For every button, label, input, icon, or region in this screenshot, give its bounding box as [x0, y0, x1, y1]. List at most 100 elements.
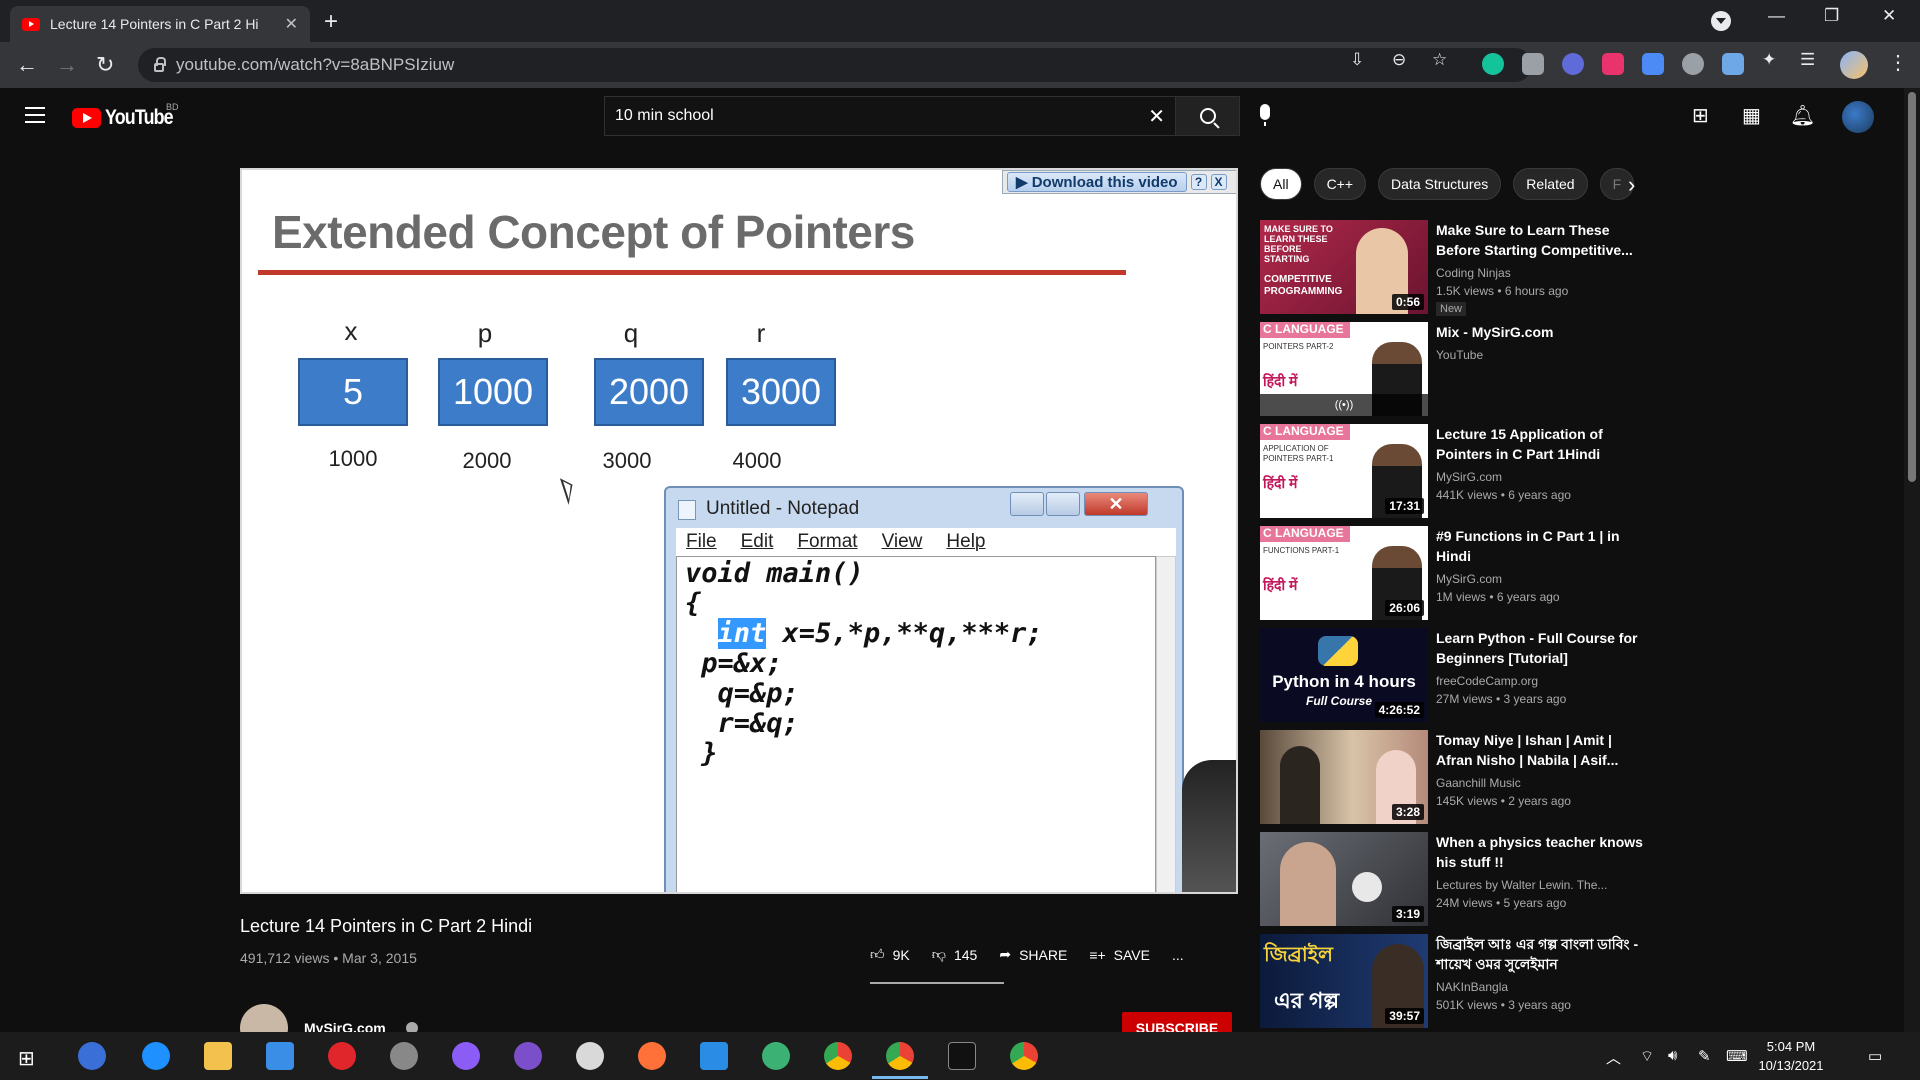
- reload-icon[interactable]: ↻: [96, 52, 114, 78]
- video-thumbnail[interactable]: C LANGUAGE POINTERS PART-2 हिंदी में ((•…: [1260, 322, 1428, 416]
- channel-name[interactable]: MySirG.com: [1436, 572, 1502, 586]
- recommendation-item[interactable]: C LANGUAGE APPLICATION OF POINTERS PART-…: [1260, 424, 1880, 518]
- download-close-button[interactable]: X: [1210, 174, 1227, 190]
- edge-legacy-icon[interactable]: [142, 1042, 170, 1070]
- video-title[interactable]: #9 Functions in C Part 1 | in Hindi: [1436, 526, 1646, 566]
- video-thumbnail[interactable]: 3:28: [1260, 730, 1428, 824]
- app-icon[interactable]: [576, 1042, 604, 1070]
- create-video-icon[interactable]: ⊞: [1692, 103, 1709, 128]
- taskbar-app-icon[interactable]: [78, 1042, 106, 1070]
- chip-related[interactable]: Related: [1513, 168, 1588, 200]
- notifications-bell-icon[interactable]: 🔔︎: [1790, 103, 1815, 128]
- video-title[interactable]: Learn Python - Full Course for Beginners…: [1436, 628, 1646, 668]
- close-window-icon[interactable]: ✕: [1882, 6, 1896, 26]
- chrome-menu-icon[interactable]: ⋮: [1888, 50, 1908, 75]
- mail-icon[interactable]: [266, 1042, 294, 1070]
- reading-list-icon[interactable]: ☰: [1800, 50, 1815, 70]
- recommendation-item[interactable]: C LANGUAGE FUNCTIONS PART-1 हिंदी में 26…: [1260, 526, 1880, 620]
- taskbar-clock[interactable]: 5:04 PM 10/13/2021: [1746, 1037, 1836, 1075]
- video-title[interactable]: When a physics teacher knows his stuff !…: [1436, 832, 1646, 872]
- zoom-icon[interactable]: ⊖: [1392, 50, 1406, 70]
- extension-icon[interactable]: [1562, 53, 1584, 75]
- puzzle-extensions-icon[interactable]: ✦: [1762, 50, 1776, 70]
- notification-center-icon[interactable]: ▭: [1868, 1047, 1882, 1065]
- keyboard-icon[interactable]: ⌨: [1726, 1047, 1748, 1065]
- recommendation-item[interactable]: 3:19 When a physics teacher knows his st…: [1260, 832, 1880, 926]
- chip-all[interactable]: All: [1260, 168, 1302, 200]
- chips-next-icon[interactable]: ›: [1628, 172, 1635, 198]
- camera-extension-icon[interactable]: [1522, 53, 1544, 75]
- apps-grid-icon[interactable]: ▦: [1742, 103, 1761, 128]
- recommendation-item[interactable]: 3:28 Tomay Niye | Ishan | Amit | Afran N…: [1260, 730, 1880, 824]
- download-extension-icon[interactable]: [1642, 53, 1664, 75]
- github-desktop-icon[interactable]: [514, 1042, 542, 1070]
- pen-icon[interactable]: ✎: [1698, 1047, 1711, 1065]
- channel-name[interactable]: NAKInBangla: [1436, 980, 1508, 994]
- video-thumbnail[interactable]: 3:19: [1260, 832, 1428, 926]
- video-title[interactable]: Make Sure to Learn These Before Starting…: [1436, 220, 1646, 260]
- chip-cpp[interactable]: C++: [1313, 168, 1367, 200]
- vscode-icon[interactable]: [700, 1042, 728, 1070]
- opera-icon[interactable]: [328, 1042, 356, 1070]
- recommendation-item[interactable]: MAKE SURE TO LEARN THESE BEFORE STARTING…: [1260, 220, 1880, 316]
- channel-name[interactable]: MySirG.com: [1436, 470, 1502, 484]
- microphone-icon[interactable]: [1260, 104, 1270, 126]
- file-explorer-icon[interactable]: [204, 1042, 232, 1070]
- channel-name[interactable]: YouTube: [1436, 348, 1483, 362]
- maximize-icon[interactable]: ❐: [1824, 6, 1839, 26]
- pen-extension-icon[interactable]: [1722, 53, 1744, 75]
- forward-icon[interactable]: →: [56, 52, 78, 78]
- video-thumbnail[interactable]: Python in 4 hours Full Course 4:26:52: [1260, 628, 1428, 722]
- clear-search-icon[interactable]: ✕: [1148, 104, 1165, 129]
- inkscape-icon[interactable]: [390, 1042, 418, 1070]
- chrome-icon[interactable]: [824, 1042, 852, 1070]
- dislike-button[interactable]: 👎︎ 145: [932, 946, 978, 963]
- chrome-active-icon[interactable]: [886, 1042, 914, 1070]
- channel-name[interactable]: Gaanchill Music: [1436, 776, 1521, 790]
- recommendation-item[interactable]: C LANGUAGE POINTERS PART-2 हिंदी में ((•…: [1260, 322, 1880, 416]
- video-player[interactable]: Extended Concept of Pointers x p q r 5 1…: [240, 168, 1238, 894]
- scrollbar-thumb[interactable]: [1908, 92, 1916, 482]
- volume-icon[interactable]: 🔊︎: [1668, 1047, 1677, 1064]
- video-title[interactable]: Mix - MySirG.com: [1436, 322, 1646, 342]
- minimize-icon[interactable]: —: [1768, 6, 1785, 26]
- bookmark-star-icon[interactable]: ☆: [1432, 50, 1447, 70]
- save-button[interactable]: ≡+ SAVE: [1089, 947, 1150, 963]
- new-tab-icon[interactable]: +: [324, 8, 338, 36]
- more-actions-button[interactable]: ...: [1172, 947, 1184, 963]
- windows-start-icon[interactable]: ⊞: [18, 1046, 35, 1071]
- channel-name[interactable]: freeCodeCamp.org: [1436, 674, 1538, 688]
- tray-expand-icon[interactable]: ︿: [1606, 1047, 1621, 1068]
- edge-icon[interactable]: [762, 1042, 790, 1070]
- video-title[interactable]: Tomay Niye | Ishan | Amit | Afran Nisho …: [1436, 730, 1646, 770]
- sync-extension-icon[interactable]: [1682, 53, 1704, 75]
- tab-search-icon[interactable]: [1711, 11, 1731, 31]
- video-title[interactable]: জিব্রাইল আঃ এর গল্প বাংলা ডাবিং - শায়েখ…: [1436, 934, 1646, 974]
- wifi-icon[interactable]: ⌔: [1640, 1047, 1654, 1066]
- video-thumbnail[interactable]: C LANGUAGE FUNCTIONS PART-1 हिंदी में 26…: [1260, 526, 1428, 620]
- search-button[interactable]: [1176, 96, 1240, 136]
- video-thumbnail[interactable]: জিব্রাইল এর গল্প 39:57: [1260, 934, 1428, 1028]
- firefox-icon[interactable]: [638, 1042, 666, 1070]
- video-thumbnail[interactable]: MAKE SURE TO LEARN THESE BEFORE STARTING…: [1260, 220, 1428, 314]
- menu-icon[interactable]: [25, 107, 45, 123]
- share-button[interactable]: ➦ SHARE: [999, 946, 1067, 963]
- download-help-button[interactable]: ?: [1190, 174, 1207, 190]
- chip-data-structures[interactable]: Data Structures: [1378, 168, 1502, 200]
- browser-tab-active[interactable]: Lecture 14 Pointers in C Part 2 Hi ✕: [10, 6, 310, 42]
- recommendation-item[interactable]: জিব্রাইল এর গল্প 39:57 জিব্রাইল আঃ এর গল…: [1260, 934, 1880, 1028]
- messenger-icon[interactable]: [452, 1042, 480, 1070]
- search-input[interactable]: [615, 107, 1149, 125]
- video-title[interactable]: Lecture 15 Application of Pointers in C …: [1436, 424, 1646, 464]
- channel-name[interactable]: Coding Ninjas: [1436, 266, 1511, 280]
- chrome-profile-avatar[interactable]: [1840, 51, 1868, 79]
- chrome-profile-icon[interactable]: [1010, 1042, 1038, 1070]
- flag-extension-icon[interactable]: [1602, 53, 1624, 75]
- recommendation-item[interactable]: Python in 4 hours Full Course 4:26:52 Le…: [1260, 628, 1880, 722]
- like-button[interactable]: 👍︎ 9K: [870, 946, 910, 963]
- address-bar[interactable]: youtube.com/watch?v=8aBNPSIziuw: [138, 48, 1532, 82]
- terminal-icon[interactable]: [948, 1042, 976, 1070]
- video-thumbnail[interactable]: C LANGUAGE APPLICATION OF POINTERS PART-…: [1260, 424, 1428, 518]
- download-video-button[interactable]: ▶ Download this video: [1007, 172, 1187, 192]
- grammarly-extension-icon[interactable]: [1482, 53, 1504, 75]
